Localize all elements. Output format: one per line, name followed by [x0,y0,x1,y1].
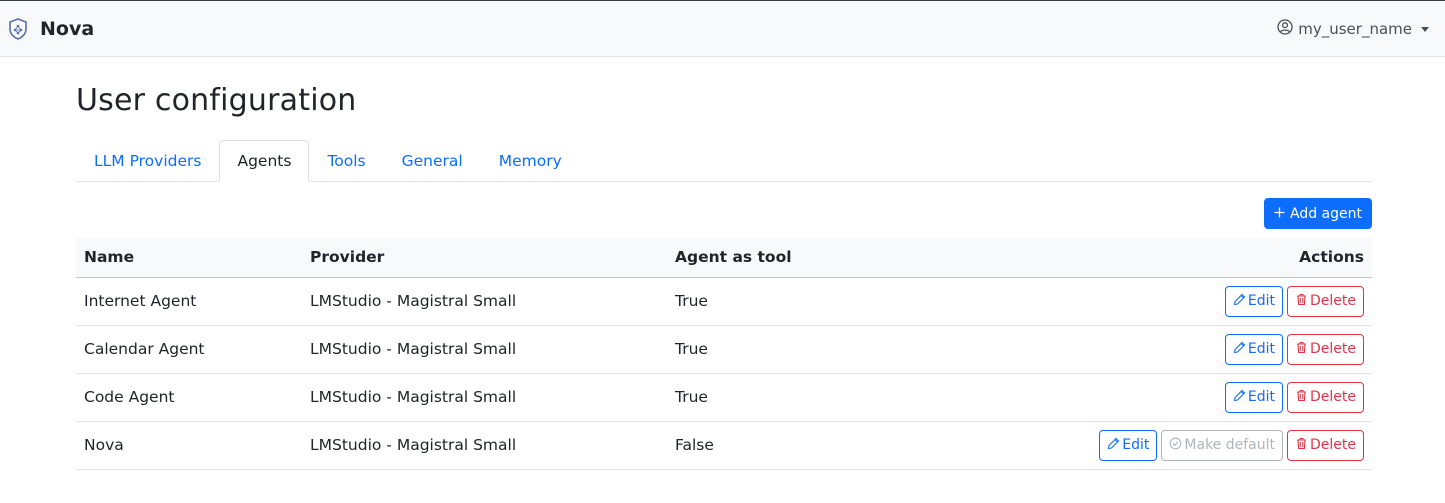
chevron-down-icon [1421,26,1429,32]
table-row: Code Agent LMStudio - Magistral Small Tr… [76,373,1372,422]
agents-table: Name Provider Agent as tool Actions Inte… [76,238,1372,470]
add-agent-button[interactable]: Add agent [1264,198,1372,229]
agent-as-tool-cell: True [667,277,891,326]
plus-icon [1274,206,1285,222]
tab-general[interactable]: General [384,140,481,182]
actions-cell: Edit Make default Delete [890,421,1372,470]
make-default-label: Make default [1184,437,1275,453]
tab-tools[interactable]: Tools [309,140,383,182]
agent-as-tool-cell: True [667,373,891,422]
edit-label: Edit [1247,389,1275,405]
delete-label: Delete [1310,293,1356,309]
config-tabs: LLM Providers Agents Tools General Memor… [76,140,1372,182]
edit-button[interactable]: Edit [1099,429,1158,461]
delete-label: Delete [1310,389,1356,405]
trash-icon [1295,389,1308,406]
agent-name-cell: Code Agent [76,373,302,422]
actions-cell: Edit Delete [890,325,1372,374]
agent-name-cell: Calendar Agent [76,325,302,374]
table-row: Nova LMStudio - Magistral Small False Ed… [76,421,1372,470]
edit-button[interactable]: Edit [1224,333,1283,365]
pencil-icon [1233,341,1246,358]
pencil-icon [1233,389,1246,406]
agent-provider-cell: LMStudio - Magistral Small [302,373,667,422]
agent-as-tool-cell: True [667,325,891,374]
brand[interactable]: Nova [8,18,94,40]
shield-network-icon [8,17,28,40]
delete-label: Delete [1310,341,1356,357]
agent-as-tool-cell: False [667,421,891,470]
actions-cell: Edit Delete [890,277,1372,326]
pencil-icon [1233,293,1246,310]
edit-label: Edit [1247,293,1275,309]
header-actions: Actions [890,238,1372,278]
brand-name: Nova [40,17,95,40]
agents-toolbar: Add agent [76,198,1372,229]
tab-agents[interactable]: Agents [219,140,310,182]
main-content: User configuration LLM Providers Agents … [76,57,1372,470]
agent-name-cell: Internet Agent [76,277,302,326]
table-header-row: Name Provider Agent as tool Actions [76,238,1372,278]
delete-button[interactable]: Delete [1287,381,1364,413]
table-row: Calendar Agent LMStudio - Magistral Smal… [76,325,1372,374]
user-name: my_user_name [1298,20,1412,38]
table-row: Internet Agent LMStudio - Magistral Smal… [76,277,1372,326]
make-default-button[interactable]: Make default [1161,429,1283,461]
add-agent-label: Add agent [1290,205,1362,222]
pencil-icon [1107,437,1120,454]
header-provider: Provider [302,238,667,278]
delete-button[interactable]: Delete [1287,333,1364,365]
agent-provider-cell: LMStudio - Magistral Small [302,277,667,326]
check-circle-icon [1169,437,1182,454]
user-menu-dropdown[interactable]: my_user_name [1277,1,1429,57]
actions-cell: Edit Delete [890,373,1372,422]
trash-icon [1295,437,1308,454]
edit-button[interactable]: Edit [1224,285,1283,317]
tab-memory[interactable]: Memory [481,140,580,182]
delete-button[interactable]: Delete [1287,285,1364,317]
delete-button[interactable]: Delete [1287,429,1364,461]
delete-label: Delete [1310,437,1356,453]
trash-icon [1295,341,1308,358]
header-name: Name [76,238,302,278]
agent-name-cell: Nova [76,421,302,470]
edit-label: Edit [1247,341,1275,357]
top-navbar: Nova my_user_name [0,0,1445,57]
edit-label: Edit [1122,437,1150,453]
edit-button[interactable]: Edit [1224,381,1283,413]
agent-provider-cell: LMStudio - Magistral Small [302,325,667,374]
person-circle-icon [1277,19,1293,39]
agent-provider-cell: LMStudio - Magistral Small [302,421,667,470]
trash-icon [1295,293,1308,310]
header-agent-as-tool: Agent as tool [667,238,891,278]
tab-llm-providers[interactable]: LLM Providers [76,140,219,182]
page-title: User configuration [76,83,357,118]
